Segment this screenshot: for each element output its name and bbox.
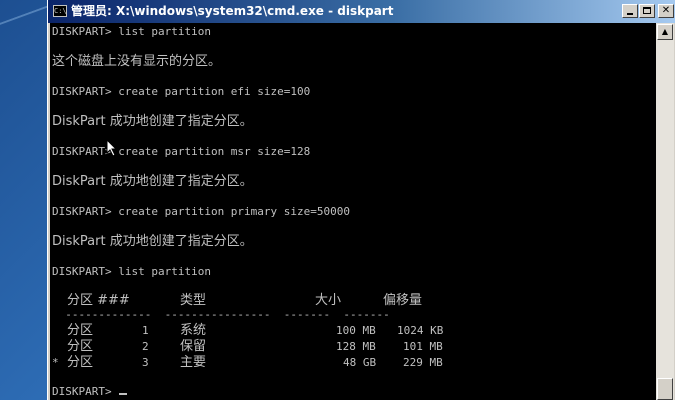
console-line: DISKPART> create partition msr size=128 [52, 145, 311, 158]
console-line: DISKPART> list partition [52, 265, 211, 278]
row-type: 保留 [180, 339, 207, 354]
row-marker [52, 323, 59, 339]
row-number: 3 [142, 356, 149, 369]
table-separator: ------------- ---------------- ------- -… [52, 308, 390, 321]
console-line: DISKPART> list partition [52, 25, 211, 38]
row-offset: 229 MB [403, 356, 443, 369]
scroll-thumb[interactable] [657, 378, 673, 400]
title-bar[interactable]: C:\ 管理员: X:\windows\system32\cmd.exe - d… [48, 0, 675, 23]
row-size: 128 MB [336, 340, 376, 353]
prompt-text: DISKPART> [52, 385, 119, 398]
row-type: 主要 [180, 355, 207, 370]
row-number: 2 [142, 340, 149, 353]
row-label: 分区 [67, 339, 94, 354]
close-button[interactable]: ✕ [658, 4, 674, 18]
window-title: 管理员: X:\windows\system32\cmd.exe - diskp… [71, 4, 394, 18]
row-type: 系统 [180, 323, 207, 338]
console-line: DiskPart 成功地创建了指定分区。 [52, 174, 253, 189]
console-line: DISKPART> create partition primary size=… [52, 205, 351, 218]
maximize-button[interactable] [639, 4, 655, 18]
row-offset: 101 MB [403, 340, 443, 353]
row-number: 1 [142, 324, 149, 337]
console-line: DISKPART> create partition efi size=100 [52, 85, 311, 98]
console-line: DiskPart 成功地创建了指定分区。 [52, 114, 253, 129]
text-caret [119, 393, 128, 395]
vertical-scrollbar[interactable]: ▲ [656, 23, 674, 400]
row-label: 分区 [67, 355, 94, 370]
cmd-window[interactable]: C:\ 管理员: X:\windows\system32\cmd.exe - d… [47, 0, 675, 400]
cmd-icon: C:\ [53, 5, 67, 17]
maximize-icon [643, 7, 651, 14]
minimize-icon [627, 13, 633, 15]
minimize-button[interactable] [622, 4, 638, 18]
row-size: 100 MB [336, 324, 376, 337]
row-label: 分区 [67, 323, 94, 338]
scroll-up-button[interactable]: ▲ [657, 24, 673, 40]
row-offset: 1024 KB [397, 324, 444, 337]
command-prompt[interactable]: DISKPART> [52, 384, 128, 400]
console-line: DiskPart 成功地创建了指定分区。 [52, 234, 253, 249]
row-size: 48 GB [343, 356, 377, 369]
row-marker [52, 339, 59, 355]
row-marker: * [52, 356, 59, 369]
console-output[interactable]: DISKPART> list partition 这个磁盘上没有显示的分区。 D… [50, 23, 656, 400]
mouse-pointer-icon [106, 139, 118, 157]
console-line: 这个磁盘上没有显示的分区。 [52, 54, 222, 69]
